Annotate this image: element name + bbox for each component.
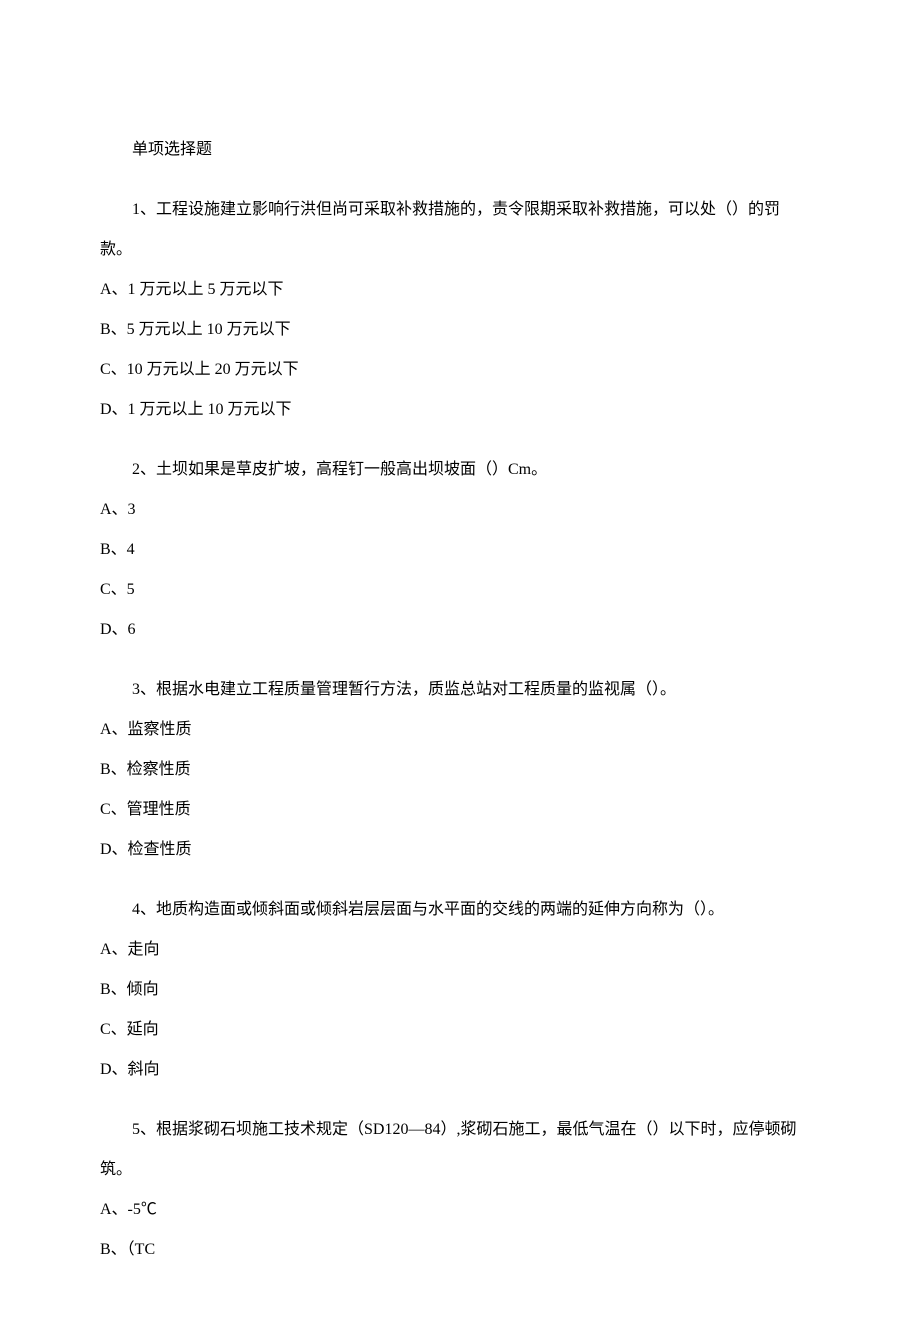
- question-4-option-b: B、倾向: [100, 970, 810, 1010]
- question-5-option-a: A、-5℃: [100, 1190, 810, 1230]
- question-4-option-c: C、延向: [100, 1010, 810, 1050]
- question-4-option-a: A、走向: [100, 930, 810, 970]
- question-2-option-c: C、5: [100, 570, 810, 610]
- question-2-text: 2、土坝如果是草皮扩坡，高程钉一般高出坝坡面（）Cm。: [100, 450, 810, 490]
- question-1-option-c: C、10 万元以上 20 万元以下: [100, 350, 810, 390]
- question-3-option-c: C、管理性质: [100, 790, 810, 830]
- question-1-text: 1、工程设施建立影响行洪但尚可采取补救措施的，责令限期采取补救措施，可以处（）的…: [100, 190, 810, 270]
- question-2-option-b: B、4: [100, 530, 810, 570]
- question-1-option-d: D、1 万元以上 10 万元以下: [100, 390, 810, 430]
- question-3-option-a: A、监察性质: [100, 710, 810, 750]
- question-4-text: 4、地质构造面或倾斜面或倾斜岩层层面与水平面的交线的两端的延伸方向称为（）。: [100, 890, 810, 930]
- question-5-text: 5、根据浆砌石坝施工技术规定（SD120—84）,浆砌石施工，最低气温在（）以下…: [100, 1110, 810, 1190]
- question-2-option-d: D、6: [100, 610, 810, 650]
- question-1-option-a: A、1 万元以上 5 万元以下: [100, 270, 810, 310]
- question-2-option-a: A、3: [100, 490, 810, 530]
- section-header: 单项选择题: [100, 130, 810, 170]
- question-1-option-b: B、5 万元以上 10 万元以下: [100, 310, 810, 350]
- question-3-text: 3、根据水电建立工程质量管理暂行方法，质监总站对工程质量的监视属（）。: [100, 670, 810, 710]
- question-3-option-d: D、检查性质: [100, 830, 810, 870]
- question-5-option-b: B、（TC: [100, 1230, 810, 1270]
- question-3-option-b: B、检察性质: [100, 750, 810, 790]
- question-4-option-d: D、斜向: [100, 1050, 810, 1090]
